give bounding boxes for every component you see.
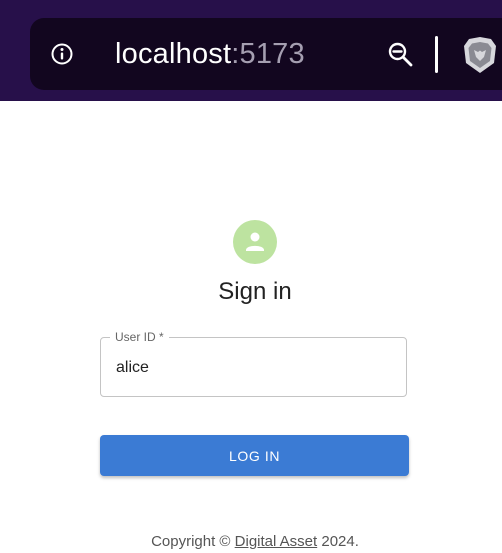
zoom-out-icon[interactable] xyxy=(387,41,414,68)
user-id-input[interactable] xyxy=(116,358,386,378)
digital-asset-link[interactable]: Digital Asset xyxy=(235,533,318,550)
url-host: localhost xyxy=(115,38,232,70)
page-title: Sign in xyxy=(218,278,292,305)
avatar xyxy=(233,220,277,264)
info-icon[interactable] xyxy=(51,43,73,65)
user-id-field[interactable]: User ID * xyxy=(100,330,407,397)
copyright-suffix: 2024. xyxy=(317,533,359,550)
brave-shield-icon[interactable] xyxy=(462,35,498,75)
url-port: :5173 xyxy=(231,38,305,70)
toolbar-divider xyxy=(435,36,438,73)
person-icon xyxy=(246,232,264,251)
login-button[interactable]: LOG IN xyxy=(100,435,409,476)
browser-toolbar: localhost:5173 xyxy=(0,0,502,101)
copyright-prefix: Copyright © xyxy=(151,533,235,550)
url-text[interactable]: localhost:5173 xyxy=(115,36,305,72)
user-id-label: User ID * xyxy=(110,330,169,344)
copyright-footer: Copyright © Digital Asset 2024. xyxy=(0,533,502,550)
